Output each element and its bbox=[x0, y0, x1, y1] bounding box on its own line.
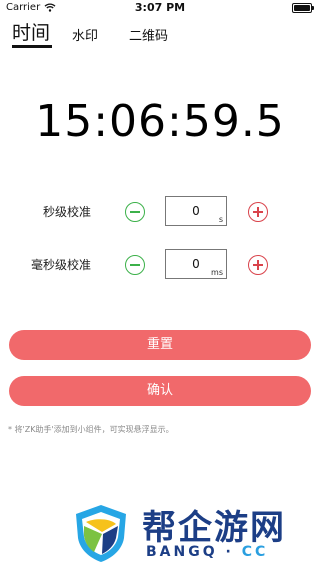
widget-hint: * 将'ZK助手'添加到小组件，可实现悬浮显示。 bbox=[8, 425, 174, 434]
ms-increase-button[interactable] bbox=[248, 255, 268, 275]
minus-icon bbox=[130, 211, 140, 213]
brand-subtitle: BANGQ · CC bbox=[146, 544, 268, 560]
brand-watermark: 帮企游网 BANGQ · CC bbox=[0, 498, 320, 568]
second-increase-button[interactable] bbox=[248, 202, 268, 222]
ms-calibration-row: 毫秒级校准 0 ms bbox=[0, 249, 320, 281]
brand-shield-logo bbox=[76, 505, 126, 562]
second-unit: s bbox=[218, 215, 223, 224]
brand-sub-dot: · bbox=[225, 544, 234, 560]
second-value: 0 bbox=[192, 204, 200, 218]
second-decrease-button[interactable] bbox=[125, 202, 145, 222]
second-calibration-row: 秒级校准 0 s bbox=[0, 196, 320, 228]
plus-icon-v bbox=[257, 260, 259, 270]
ms-decrease-button[interactable] bbox=[125, 255, 145, 275]
battery-icon bbox=[292, 3, 314, 13]
tab-watermark[interactable]: 水印 bbox=[72, 25, 98, 44]
brand-title: 帮企游网 bbox=[142, 508, 286, 548]
confirm-button[interactable]: 确认 bbox=[9, 376, 311, 406]
tab-time[interactable]: 时间 bbox=[12, 18, 50, 45]
ms-calibration-label: 毫秒级校准 bbox=[30, 258, 91, 272]
tab-qrcode[interactable]: 二维码 bbox=[129, 25, 168, 44]
brand-sub-right: CC bbox=[241, 544, 269, 560]
ms-input[interactable]: 0 ms bbox=[165, 249, 227, 279]
minus-icon bbox=[130, 264, 140, 266]
tab-active-indicator bbox=[12, 45, 52, 48]
status-bar: Carrier 3:07 PM bbox=[0, 0, 320, 16]
second-input[interactable]: 0 s bbox=[165, 196, 227, 226]
ms-unit: ms bbox=[211, 268, 223, 277]
brand-sub-left: BANGQ bbox=[146, 544, 218, 560]
plus-icon-v bbox=[257, 207, 259, 217]
reset-button[interactable]: 重置 bbox=[9, 330, 311, 360]
second-calibration-label: 秒级校准 bbox=[42, 205, 91, 219]
status-time: 3:07 PM bbox=[134, 1, 186, 14]
clock-display: 15:06:59.5 bbox=[35, 96, 285, 147]
top-tabs: 时间 水印 二维码 bbox=[0, 18, 320, 48]
